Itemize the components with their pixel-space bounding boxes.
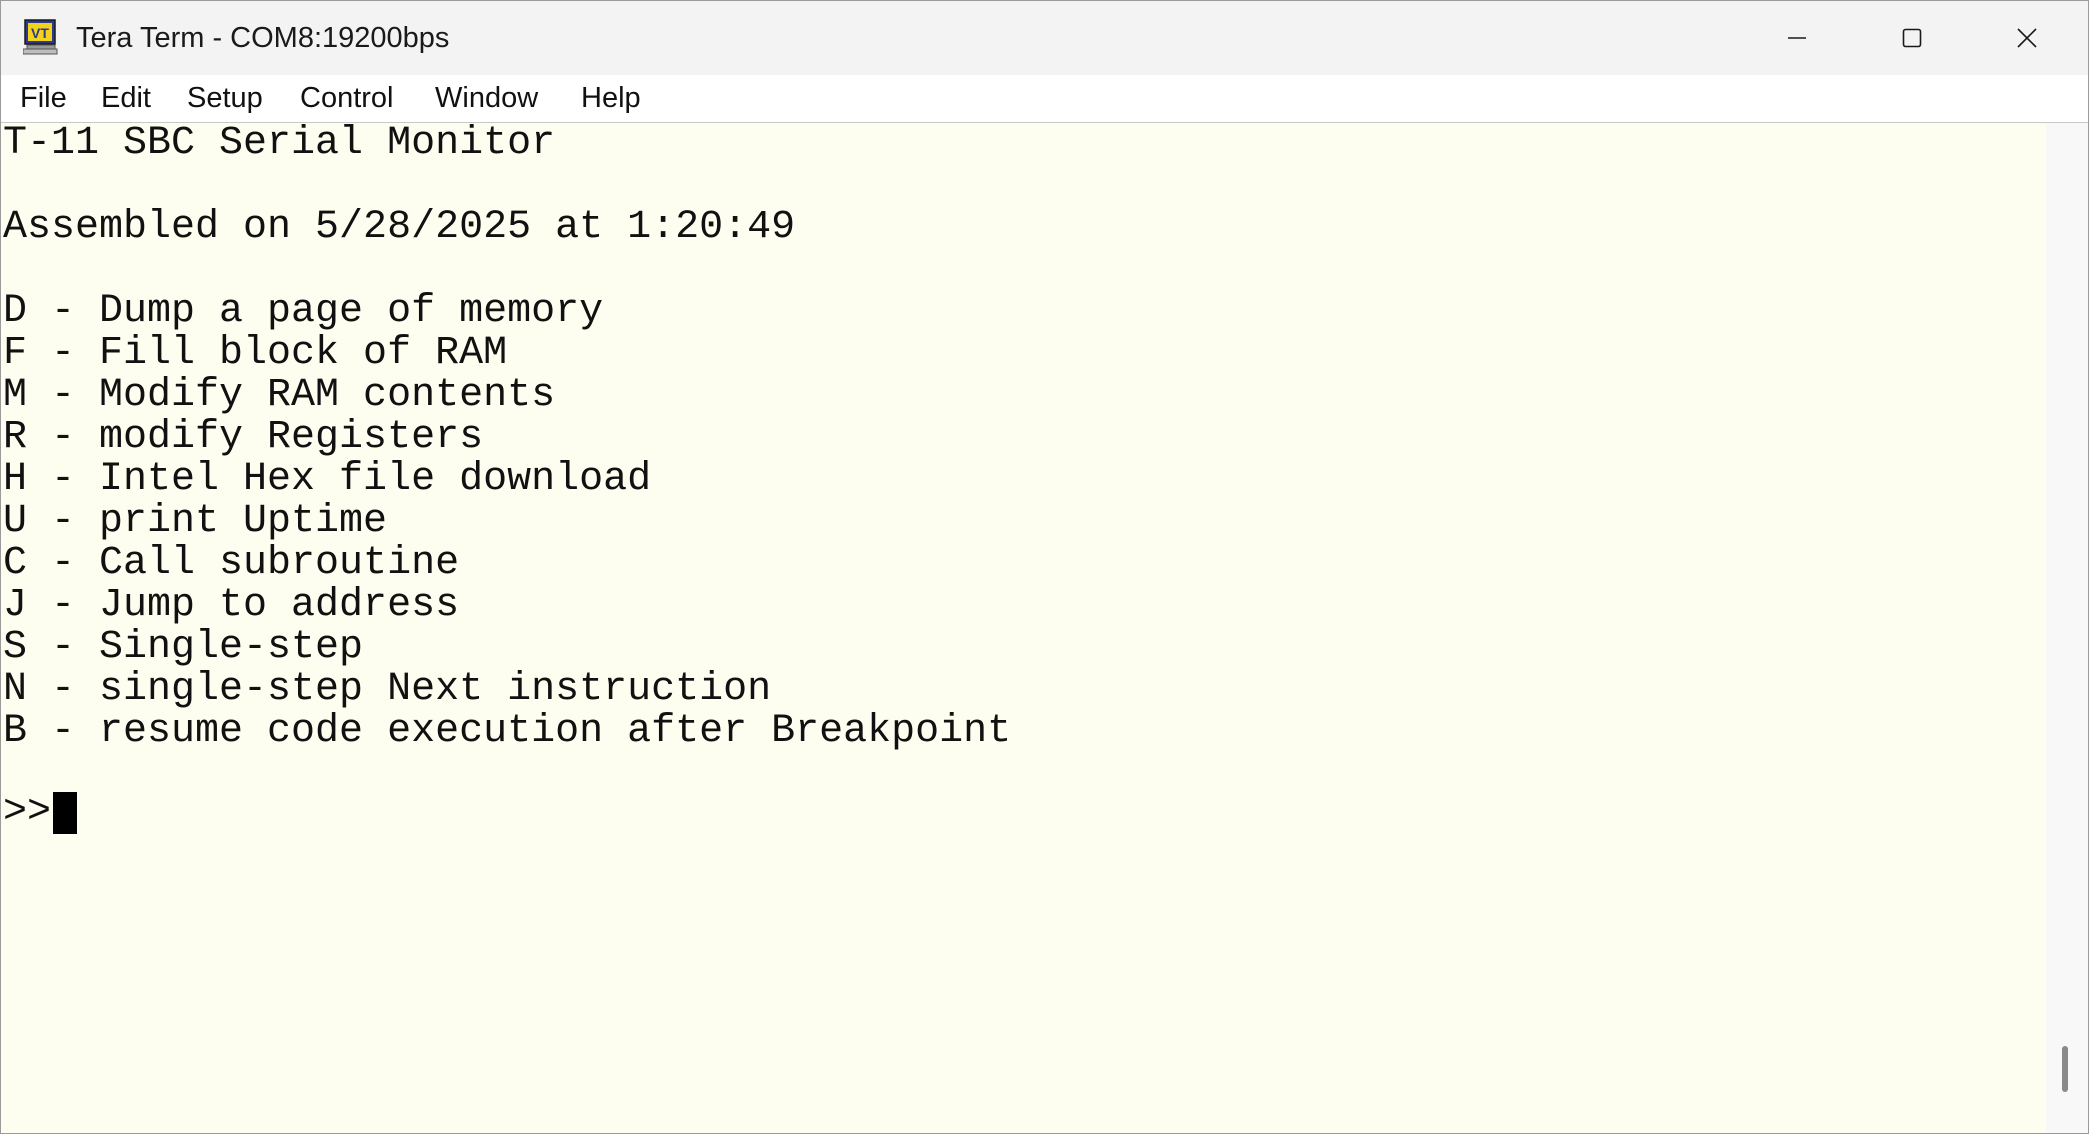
maximize-icon — [1901, 27, 1923, 49]
terminal-screen[interactable]: T-11 SBC Serial Monitor Assembled on 5/2… — [1, 123, 2046, 1133]
svg-text:VT: VT — [31, 25, 49, 41]
tera-term-window: VT Tera Term - COM8:19200bps File Edit S… — [0, 0, 2089, 1134]
menu-edit[interactable]: Edit — [101, 75, 151, 122]
terminal-line-cmd-r: R - modify Registers — [3, 415, 484, 460]
terminal-line-cmd-c: C - Call subroutine — [3, 541, 460, 586]
menu-control[interactable]: Control — [300, 75, 394, 122]
close-icon — [2015, 26, 2039, 50]
terminal-line-cmd-u: U - print Uptime — [3, 499, 388, 544]
vt-terminal-icon[interactable]: VT — [22, 19, 59, 55]
terminal-prompt-line[interactable]: >> — [3, 790, 78, 835]
terminal-line-cmd-b: B - resume code execution after Breakpoi… — [3, 709, 1012, 754]
terminal-line-cmd-j: J - Jump to address — [3, 583, 460, 628]
menu-window[interactable]: Window — [435, 75, 538, 122]
terminal-line-cmd-f: F - Fill block of RAM — [3, 331, 508, 376]
terminal-line-cmd-n: N - single-step Next instruction — [3, 667, 772, 712]
terminal-line-cmd-d: D - Dump a page of memory — [3, 289, 604, 334]
minimize-icon — [1786, 27, 1808, 49]
menu-setup[interactable]: Setup — [187, 75, 263, 122]
title-bar[interactable]: VT Tera Term - COM8:19200bps — [1, 1, 2088, 75]
terminal-line-cmd-h: H - Intel Hex file download — [3, 457, 652, 502]
terminal-line-title: T-11 SBC Serial Monitor — [3, 123, 556, 166]
terminal-line-cmd-s: S - Single-step — [3, 625, 364, 670]
close-button[interactable] — [1969, 1, 2084, 75]
scrollbar-thumb[interactable] — [2062, 1046, 2068, 1092]
terminal-line-assembled: Assembled on 5/28/2025 at 1:20:49 — [3, 205, 796, 250]
menu-file[interactable]: File — [20, 75, 67, 122]
window-title: Tera Term - COM8:19200bps — [76, 22, 450, 54]
terminal-line-cmd-m: M - Modify RAM contents — [3, 373, 556, 418]
vertical-scrollbar[interactable] — [2046, 123, 2088, 1133]
minimize-button[interactable] — [1739, 1, 1854, 75]
menu-bar: File Edit Setup Control Window Help — [1, 75, 2088, 123]
maximize-button[interactable] — [1854, 1, 1969, 75]
terminal-prompt: >> — [3, 790, 52, 835]
text-cursor — [53, 792, 78, 834]
menu-help[interactable]: Help — [581, 75, 641, 122]
